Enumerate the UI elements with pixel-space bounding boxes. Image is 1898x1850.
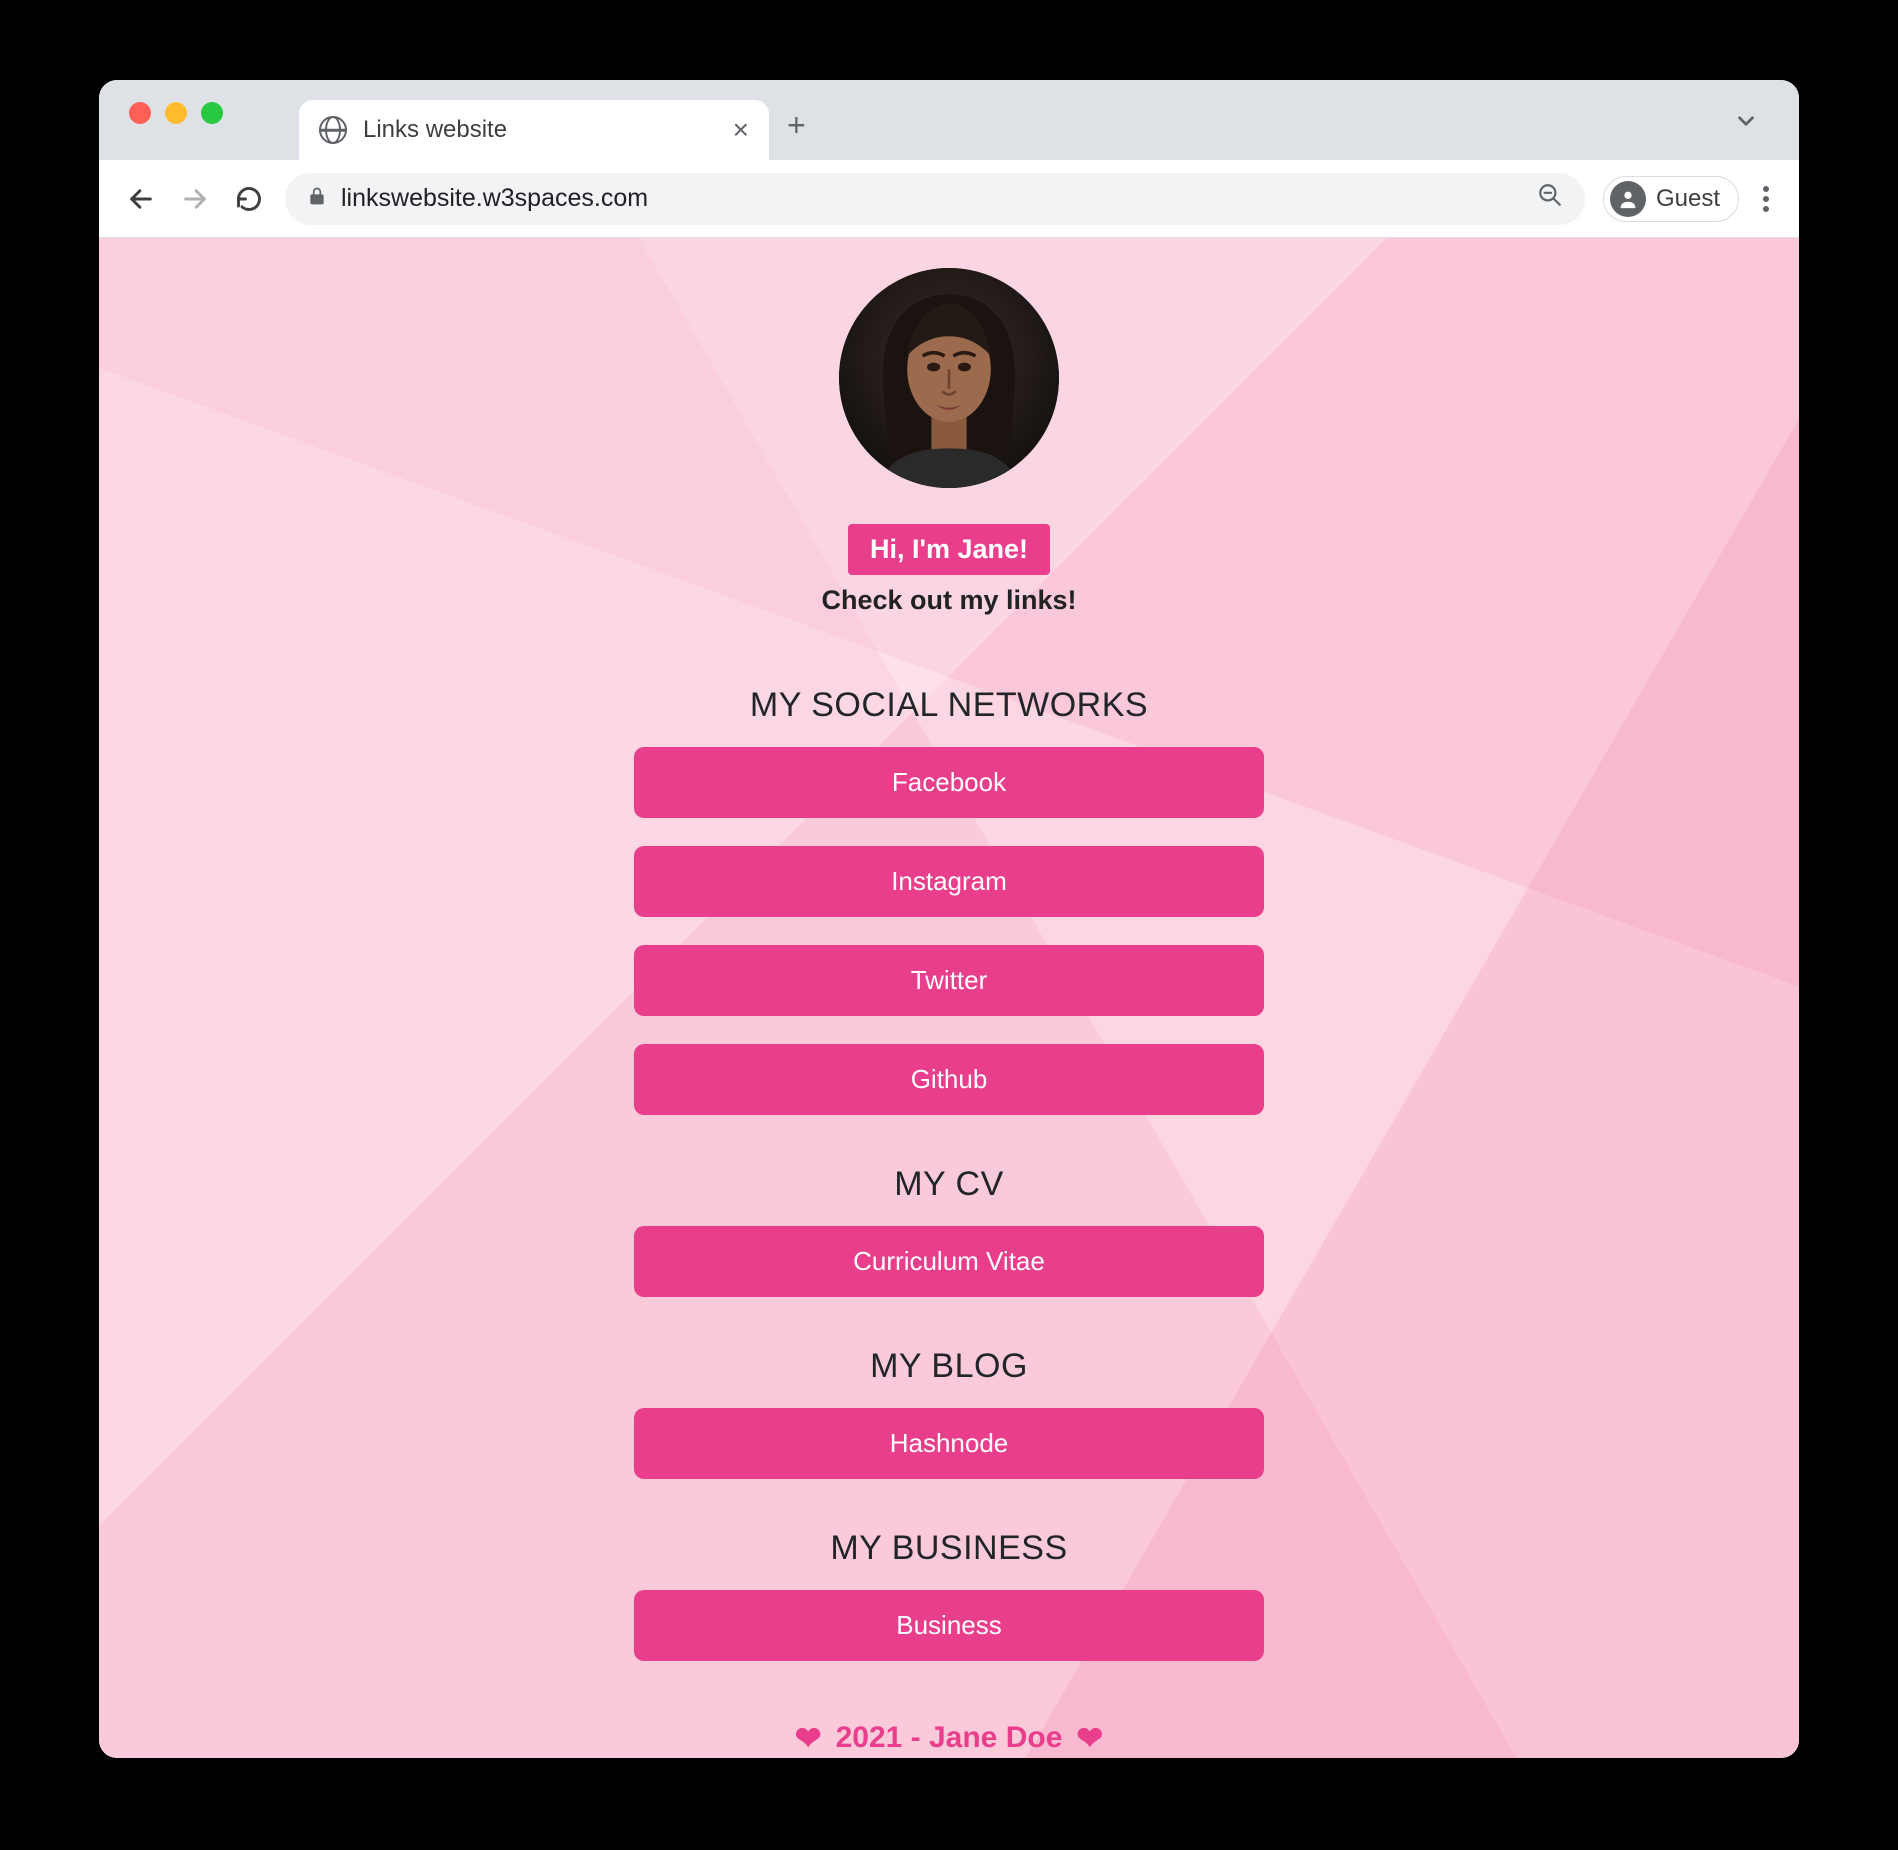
zoom-icon[interactable] (1537, 182, 1563, 215)
section-heading-social: MY SOCIAL NETWORKS (750, 686, 1148, 725)
close-window-icon[interactable] (129, 102, 151, 124)
avatar-icon (1610, 181, 1646, 217)
globe-icon (319, 116, 347, 144)
profile-chip[interactable]: Guest (1603, 176, 1739, 222)
profile-label: Guest (1656, 185, 1720, 213)
address-bar: linkswebsite.w3spaces.com Guest (99, 160, 1799, 238)
link-business[interactable]: Business (634, 1590, 1264, 1661)
profile-avatar (839, 268, 1059, 488)
greeting-text: Hi, I'm Jane! (870, 534, 1028, 564)
section-heading-cv: MY CV (894, 1165, 1004, 1204)
tabs-dropdown-icon[interactable] (1733, 108, 1759, 139)
heart-icon: ❤ (795, 1719, 822, 1757)
link-github[interactable]: Github (634, 1044, 1264, 1115)
back-button[interactable] (123, 181, 159, 217)
lock-icon (307, 185, 327, 213)
link-twitter[interactable]: Twitter (634, 945, 1264, 1016)
subtitle-text: Check out my links! (821, 585, 1076, 616)
link-instagram[interactable]: Instagram (634, 846, 1264, 917)
page-content: Hi, I'm Jane! Check out my links! MY SOC… (99, 238, 1799, 1758)
url-text: linkswebsite.w3spaces.com (341, 184, 1523, 213)
heart-icon: ❤ (1076, 1719, 1103, 1757)
window-controls (129, 102, 223, 124)
reload-button[interactable] (231, 181, 267, 217)
tab-close-icon[interactable]: × (733, 114, 749, 146)
footer: ❤ 2021 - Jane Doe ❤ (795, 1719, 1103, 1757)
maximize-window-icon[interactable] (201, 102, 223, 124)
footer-text: 2021 - Jane Doe (836, 1721, 1063, 1755)
url-field[interactable]: linkswebsite.w3spaces.com (285, 173, 1585, 225)
browser-window: Links website × + linkswebsite.w3spaces.… (99, 80, 1799, 1758)
section-heading-business: MY BUSINESS (830, 1529, 1067, 1568)
new-tab-button[interactable]: + (787, 107, 806, 144)
link-cv[interactable]: Curriculum Vitae (634, 1226, 1264, 1297)
minimize-window-icon[interactable] (165, 102, 187, 124)
section-heading-blog: MY BLOG (870, 1347, 1028, 1386)
link-hashnode[interactable]: Hashnode (634, 1408, 1264, 1479)
menu-button[interactable] (1757, 180, 1775, 218)
tab-title: Links website (363, 116, 717, 144)
forward-button[interactable] (177, 181, 213, 217)
tab-strip: Links website × + (99, 80, 1799, 160)
greeting-badge: Hi, I'm Jane! (848, 524, 1050, 575)
browser-tab[interactable]: Links website × (299, 100, 769, 160)
link-facebook[interactable]: Facebook (634, 747, 1264, 818)
